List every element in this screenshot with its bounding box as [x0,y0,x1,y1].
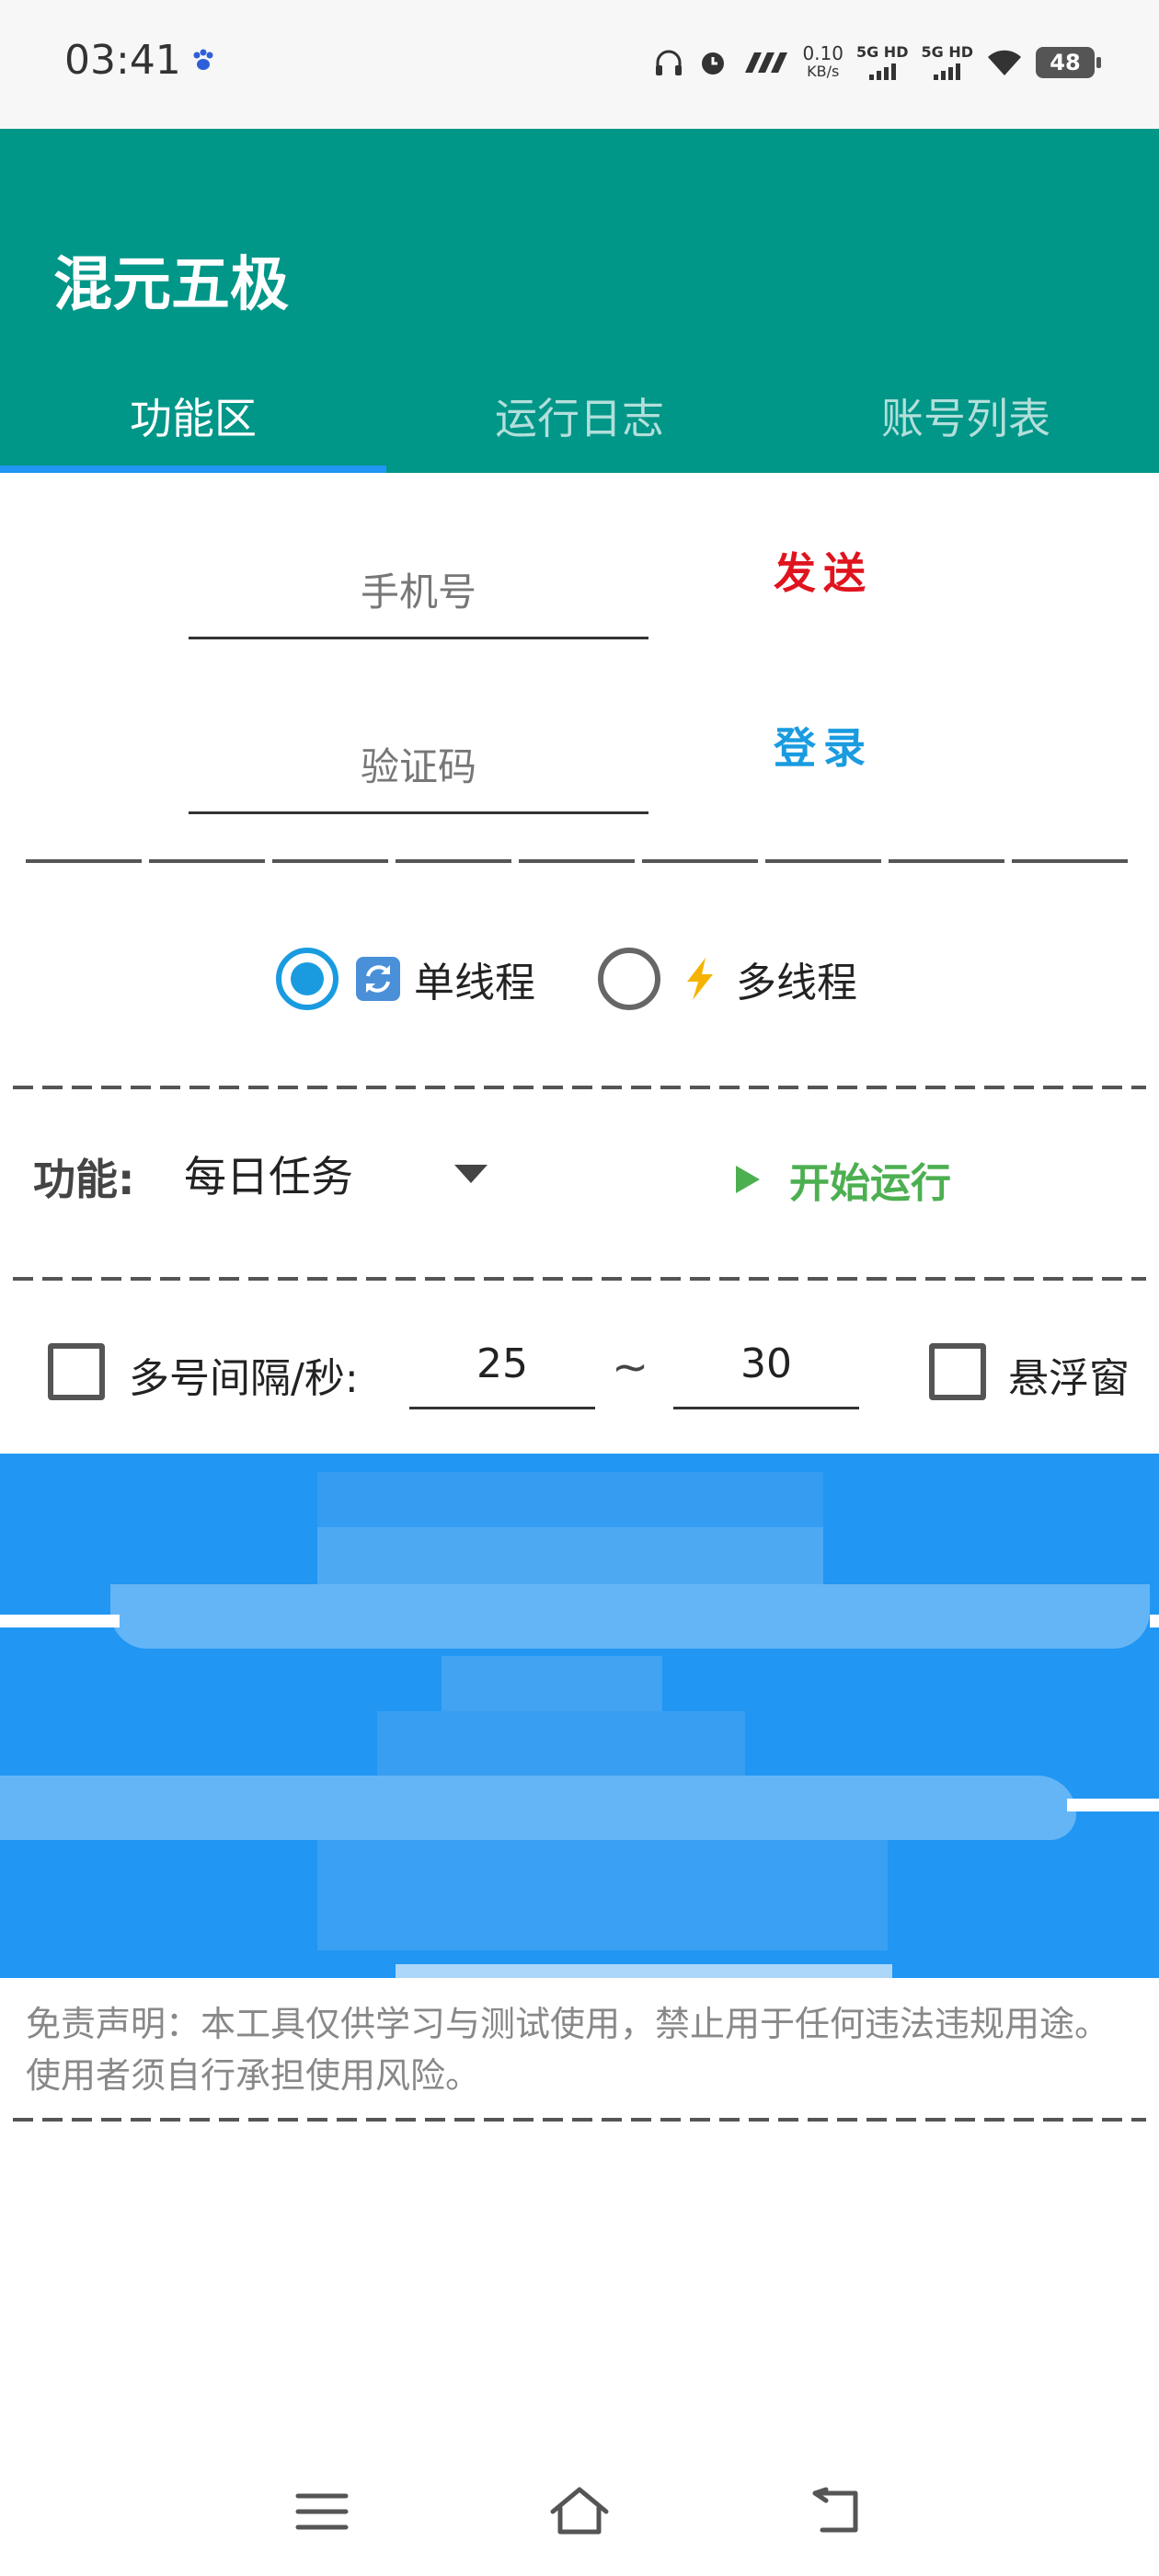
radio-checked-icon [276,948,339,1010]
floating-window-label: 悬浮窗 [1008,1355,1130,1402]
tab-bar: 功能区 运行日志 账号列表 [0,359,1159,473]
verification-code-input[interactable] [189,722,648,814]
radio-single-thread-label: 单线程 [414,960,535,1006]
floating-window-checkbox[interactable] [929,1343,986,1400]
interval-max-input[interactable]: 30 [673,1321,859,1409]
refresh-icon [353,954,403,1004]
wifi-icon [988,50,1021,75]
status-time: 03:41 [64,37,181,84]
divider [26,859,1133,863]
function-label: 功能: [33,1155,135,1204]
back-icon[interactable] [791,2475,883,2548]
dashed-divider [13,1277,1146,1281]
dashed-divider [13,1086,1146,1089]
dropdown-caret-icon [454,1165,488,1183]
start-run-label: 开始运行 [789,1160,951,1207]
radio-unchecked-icon [598,948,660,1010]
radio-multi-thread-label: 多线程 [736,960,857,1006]
app-title: 混元五极 [53,251,289,319]
app-bar: 混元五极 功能区 运行日志 账号列表 [0,129,1159,473]
login-button[interactable]: 登录 [736,708,911,782]
alarm-icon [702,52,725,75]
interval-checkbox[interactable] [48,1343,105,1400]
dashed-divider [13,2118,1146,2122]
radio-multi-thread[interactable]: 多线程 [598,946,857,1012]
blurred-banner-image [0,1454,1159,1978]
status-icons: 0.10 KB/s 5G HD 5G HD 48 [653,35,1101,90]
menu-icon[interactable] [276,2475,368,2548]
phone-input[interactable] [189,547,648,639]
function-selected-value: 每日任务 [184,1152,353,1202]
home-icon[interactable] [534,2475,625,2548]
signal-icon: 5G HD [856,45,908,80]
battery-icon: 48 [1036,47,1101,78]
tab-indicator [0,466,386,473]
tab-account-list[interactable]: 账号列表 [773,359,1159,473]
radio-single-thread[interactable]: 单线程 [276,946,535,1012]
function-dropdown[interactable]: 每日任务 [184,1137,497,1211]
tab-run-log[interactable]: 运行日志 [386,359,773,473]
headphones-icon [656,50,683,75]
status-bar: 03:41 0.10 KB/s 5G HD 5G HD 48 [0,0,1159,129]
lightning-icon [675,954,725,1004]
send-code-button[interactable]: 发送 [736,534,911,607]
net-speed: 0.10 KB/s [802,42,843,80]
interval-label: 多号间隔/秒: [129,1355,359,1402]
baidu-paw-icon [193,49,213,70]
system-nav-bar [0,2447,1159,2576]
start-run-button[interactable]: 开始运行 [736,1143,951,1216]
nfc-icon [745,52,788,73]
signal-icon-2: 5G HD [921,45,973,80]
disclaimer-text: 免责声明：本工具仅供学习与测试使用，禁止用于任何违法违规用途。使用者须自行承担使… [26,2004,1110,2096]
tab-functions[interactable]: 功能区 [0,359,386,473]
play-icon [736,1166,760,1193]
interval-separator: ~ [612,1341,649,1393]
interval-min-input[interactable]: 25 [409,1321,595,1409]
